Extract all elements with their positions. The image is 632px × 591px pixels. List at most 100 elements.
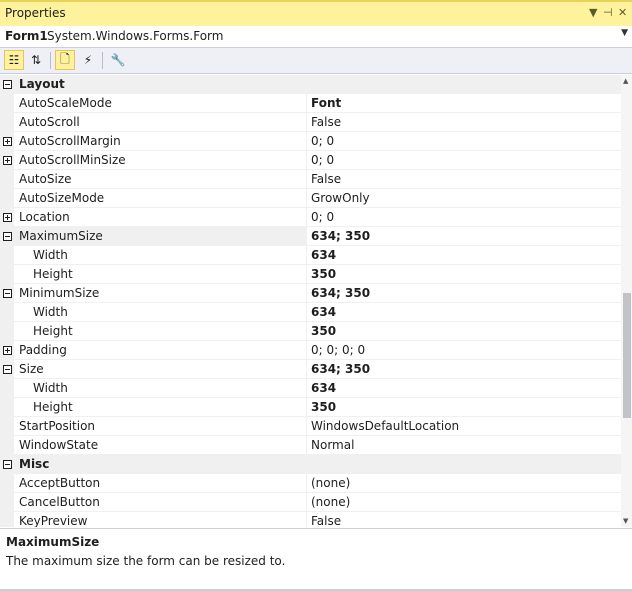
property-row[interactable]: KeyPreview False [0, 512, 621, 527]
property-row[interactable]: CancelButton (none) [0, 493, 621, 512]
property-value[interactable]: 350 [311, 400, 336, 414]
category-row[interactable]: Layout [0, 75, 621, 94]
property-value[interactable]: 634 [311, 305, 336, 319]
property-name: Location [19, 210, 70, 224]
property-value[interactable]: 634; 350 [311, 286, 370, 300]
row-gutter [0, 398, 14, 417]
property-name: Height [33, 267, 73, 281]
column-divider [306, 208, 307, 227]
property-value[interactable]: 634; 350 [311, 362, 370, 376]
property-row[interactable]: StartPosition WindowsDefaultLocation [0, 417, 621, 436]
auto-hide-pin-icon[interactable]: ⊣ [603, 6, 613, 19]
property-row[interactable]: AutoScrollMinSize 0; 0 [0, 151, 621, 170]
window-position-dropdown-icon[interactable]: ▼ [589, 6, 597, 19]
collapse-minus-icon[interactable] [3, 365, 12, 374]
property-value[interactable]: 0; 0 [311, 153, 334, 167]
row-gutter [0, 493, 14, 512]
property-value[interactable]: (none) [311, 476, 350, 490]
property-row[interactable]: AcceptButton (none) [0, 474, 621, 493]
column-divider [306, 417, 307, 436]
property-name: AutoSizeMode [19, 191, 105, 205]
property-row[interactable]: Height 350 [0, 322, 621, 341]
column-divider [306, 94, 307, 113]
alphabetical-button[interactable]: ⇅ [26, 50, 46, 70]
wrench-icon: 🔧 [110, 53, 126, 67]
property-pages-button[interactable]: 🔧 [108, 50, 128, 70]
expand-plus-icon[interactable] [3, 213, 12, 222]
property-name: KeyPreview [19, 514, 88, 527]
row-gutter [0, 94, 14, 113]
property-value[interactable]: 350 [311, 267, 336, 281]
property-value[interactable]: Font [311, 96, 341, 110]
property-row[interactable]: AutoScaleMode Font [0, 94, 621, 113]
property-row[interactable]: Width 634 [0, 303, 621, 322]
property-row[interactable]: Height 350 [0, 398, 621, 417]
properties-title-bar: Properties ▼ ⊣ ✕ [0, 0, 632, 26]
property-row[interactable]: MinimumSize 634; 350 [0, 284, 621, 303]
collapse-minus-icon[interactable] [3, 232, 12, 241]
object-selector[interactable]: Form1 System.Windows.Forms.Form ▼ [0, 26, 632, 48]
property-value[interactable]: Normal [311, 438, 354, 452]
property-name: AutoScroll [19, 115, 80, 129]
expand-plus-icon[interactable] [3, 137, 12, 146]
property-value[interactable]: 0; 0 [311, 210, 334, 224]
expand-plus-icon[interactable] [3, 156, 12, 165]
property-name: AutoScaleMode [19, 96, 112, 110]
property-value[interactable]: 0; 0 [311, 134, 334, 148]
row-gutter [0, 113, 14, 132]
row-gutter [0, 265, 14, 284]
row-gutter [0, 417, 14, 436]
close-icon[interactable]: ✕ [618, 6, 627, 19]
property-value[interactable]: GrowOnly [311, 191, 370, 205]
property-row[interactable]: AutoSizeMode GrowOnly [0, 189, 621, 208]
collapse-minus-icon[interactable] [3, 460, 12, 469]
scroll-down-arrow-icon[interactable]: ▼ [623, 517, 628, 525]
property-value[interactable]: 634; 350 [311, 229, 370, 243]
property-name: AutoScrollMargin [19, 134, 121, 148]
row-gutter [0, 170, 14, 189]
property-value[interactable]: False [311, 172, 341, 186]
category-row[interactable]: Misc [0, 455, 621, 474]
row-gutter [0, 303, 14, 322]
property-value[interactable]: 350 [311, 324, 336, 338]
property-value[interactable]: 0; 0; 0; 0 [311, 343, 365, 357]
property-row[interactable]: Width 634 [0, 379, 621, 398]
property-value[interactable]: 634 [311, 381, 336, 395]
property-row[interactable]: AutoScroll False [0, 113, 621, 132]
property-name: Height [33, 400, 73, 414]
expand-plus-icon[interactable] [3, 346, 12, 355]
events-button[interactable]: ⚡ [78, 50, 98, 70]
categorized-button[interactable]: ☷ [4, 50, 24, 70]
property-value[interactable]: 634 [311, 248, 336, 262]
collapse-minus-icon[interactable] [3, 289, 12, 298]
property-row[interactable]: Width 634 [0, 246, 621, 265]
collapse-minus-icon[interactable] [3, 80, 12, 89]
property-row[interactable]: WindowState Normal [0, 436, 621, 455]
property-row[interactable]: Size 634; 350 [0, 360, 621, 379]
object-name: Form1 [5, 29, 48, 43]
property-row[interactable]: AutoSize False [0, 170, 621, 189]
column-divider [306, 436, 307, 455]
property-row[interactable]: Height 350 [0, 265, 621, 284]
scroll-up-arrow-icon[interactable]: ▲ [623, 77, 628, 85]
column-divider [306, 512, 307, 527]
column-divider [306, 246, 307, 265]
row-gutter [0, 512, 14, 527]
properties-page-icon: 🗋 [60, 51, 70, 66]
property-value[interactable]: False [311, 514, 341, 527]
chevron-down-icon[interactable]: ▼ [621, 28, 628, 38]
row-gutter [0, 246, 14, 265]
property-row[interactable]: AutoScrollMargin 0; 0 [0, 132, 621, 151]
property-value[interactable]: (none) [311, 495, 350, 509]
properties-button[interactable]: 🗋 [55, 50, 75, 70]
property-row[interactable]: MaximumSize 634; 350 [0, 227, 621, 246]
column-divider [306, 113, 307, 132]
property-row[interactable]: Padding 0; 0; 0; 0 [0, 341, 621, 360]
property-value[interactable]: WindowsDefaultLocation [311, 419, 459, 433]
toolbar-separator [102, 52, 103, 69]
scrollbar-thumb[interactable] [623, 293, 631, 418]
property-value[interactable]: False [311, 115, 341, 129]
property-row[interactable]: Location 0; 0 [0, 208, 621, 227]
column-divider [306, 227, 307, 246]
vertical-scrollbar[interactable]: ▲ ▼ [621, 75, 632, 527]
